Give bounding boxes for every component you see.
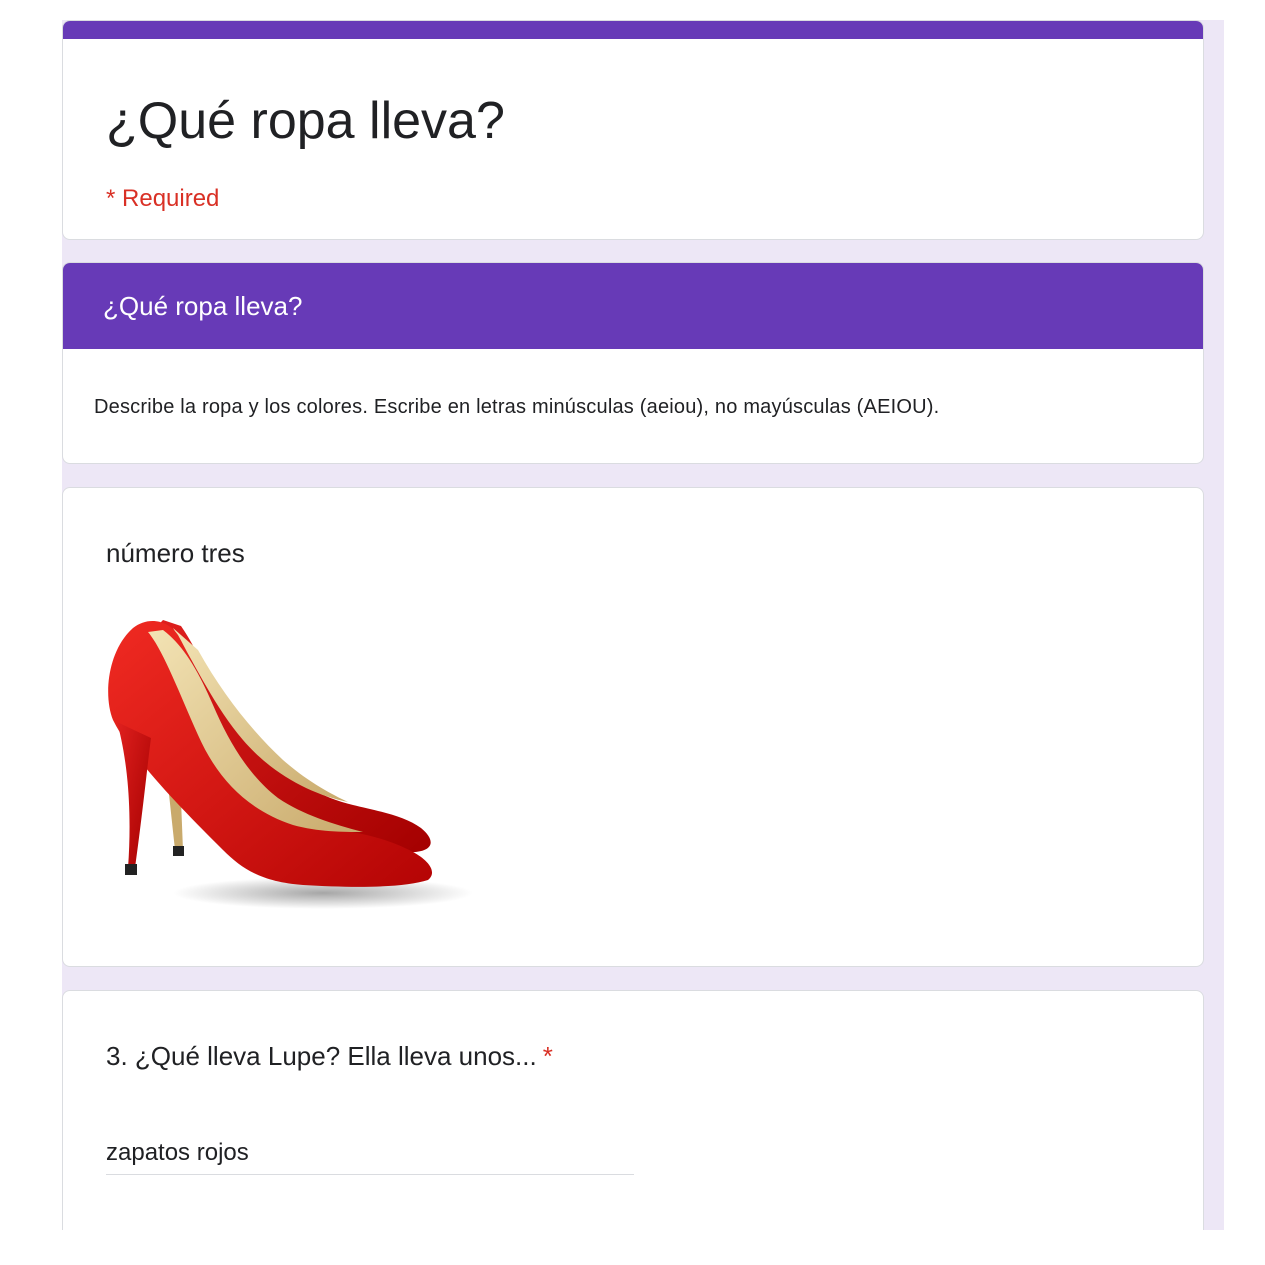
section-description: Describe la ropa y los colores. Escribe … [94, 396, 940, 418]
question-title: 3. ¿Qué lleva Lupe? Ella lleva unos... * [106, 1039, 553, 1073]
image-item-card: número tres [62, 487, 1204, 967]
short-answer-input[interactable] [106, 1131, 634, 1175]
section-title: ¿Qué ropa lleva? [103, 290, 303, 321]
form-title-card: ¿Qué ropa lleva? * Required [62, 20, 1204, 240]
section-card: ¿Qué ropa lleva? Describe la ropa y los … [62, 262, 1204, 464]
question-text: 3. ¿Qué lleva Lupe? Ella lleva unos... [106, 1041, 537, 1071]
required-note: * Required [106, 185, 220, 212]
theme-accent-bar [63, 21, 1203, 39]
section-header: ¿Qué ropa lleva? [63, 263, 1203, 349]
form-title: ¿Qué ropa lleva? [106, 92, 505, 150]
question-card: 3. ¿Qué lleva Lupe? Ella lleva unos... * [62, 990, 1204, 1250]
page-bottom-area [0, 1230, 1265, 1265]
red-high-heel-shoes-image [108, 620, 473, 909]
image-item-title: número tres [106, 538, 245, 568]
required-asterisk: * [542, 1041, 553, 1071]
